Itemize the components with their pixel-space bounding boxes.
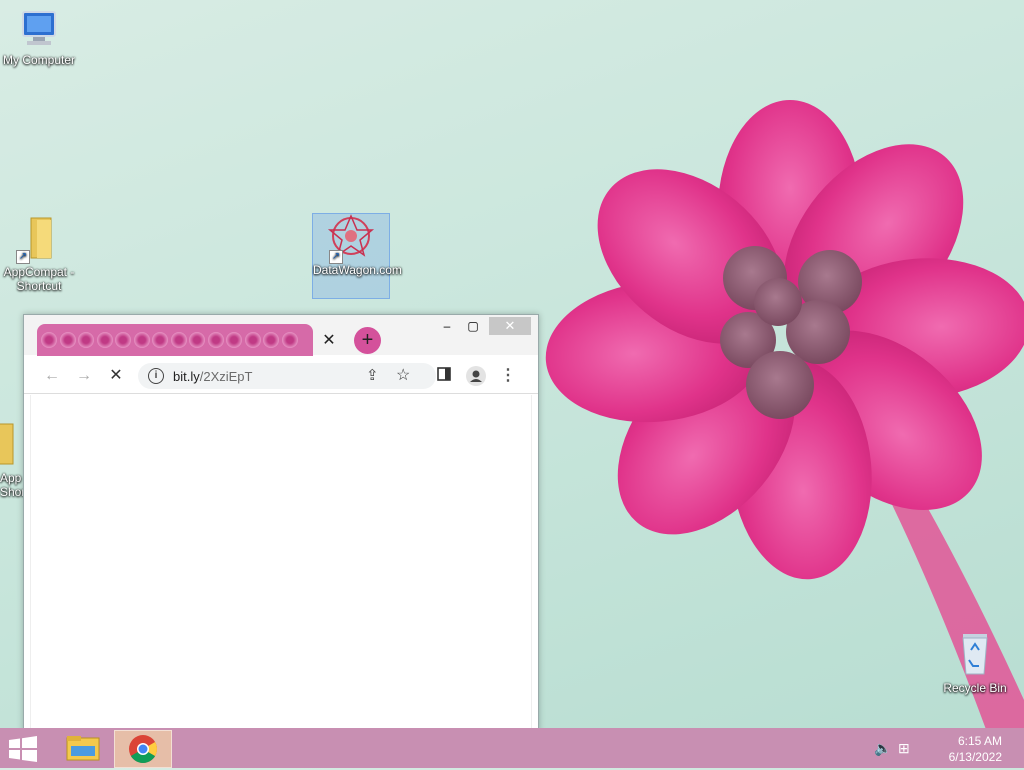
tab-favicon[interactable] [96,332,113,348]
windows-logo-icon [9,736,37,762]
computer-icon [22,11,56,45]
tab-favicon[interactable] [115,332,131,348]
tab-favicon[interactable] [226,332,242,348]
desktop-icon-label: My Computer [2,53,76,67]
tab-favicon[interactable] [59,332,76,348]
tab-favicon[interactable] [244,332,261,348]
back-icon[interactable]: ← [42,366,62,386]
profile-icon[interactable] [466,366,486,386]
tab-favicon[interactable] [189,332,205,348]
taskbar-file-explorer[interactable] [55,730,111,766]
desktop-icon-recycle-bin[interactable]: Recycle Bin [936,630,1014,695]
desktop-icon-label: DataWagon.com [313,263,402,277]
menu-icon[interactable]: ⋮ [498,366,518,386]
address-host: bit.ly [173,369,200,384]
share-icon[interactable]: ⇪ [366,366,379,384]
taskbar: 🔈 ⊞ 6:15 AM 6/13/2022 [0,728,1024,768]
tab-favicon[interactable] [133,332,150,348]
tab-close-button[interactable]: ✕ [320,332,338,350]
volume-muted-icon[interactable]: 🔈 [874,740,891,757]
desktop-icon-label: AppCompat - Shortcut [3,265,75,293]
taskbar-chrome[interactable] [114,730,172,768]
shortcut-arrow-icon: ↗ [329,250,343,264]
browser-toolbar: ← → ✕ i bit.ly/2XziEpT ⇪ ☆ ⋮ [24,359,538,394]
taskbar-clock[interactable]: 6:15 AM 6/13/2022 [949,733,1002,765]
new-tab-button[interactable]: + [354,327,381,354]
desktop-icon-my-computer[interactable]: My Computer [0,8,78,67]
clock-date: 6/13/2022 [948,750,1002,764]
desktop-icon-appcompat-shortcut[interactable]: ↗ AppCompat - Shortcut [0,214,78,293]
address-path: /2XziEpT [199,369,253,384]
tab-favicon[interactable] [152,332,168,348]
side-panel-icon[interactable] [434,366,454,386]
clock-time: 6:15 AM [957,734,1002,748]
tab-favicon[interactable] [78,332,94,348]
forward-icon[interactable]: → [74,366,94,386]
network-icon[interactable]: ⊞ [898,740,910,757]
folder-icon [0,423,14,465]
start-button[interactable] [8,736,40,762]
file-explorer-icon [66,736,100,761]
info-icon[interactable]: i [148,368,164,384]
desktop-icon-datawagon[interactable]: ↗ DataWagon.com [312,213,402,299]
close-window-button[interactable]: ✕ [489,317,531,335]
page-content[interactable] [30,395,532,729]
tab-favicon[interactable] [170,332,187,348]
stop-icon[interactable]: ✕ [106,366,126,386]
address-bar[interactable]: i bit.ly/2XziEpT ⇪ ☆ [138,363,436,389]
tab-favicon[interactable] [263,332,279,348]
tab-favicon[interactable] [207,332,224,348]
title-bar[interactable]: ✕ + – ▢ ✕ [24,315,538,356]
chrome-icon [129,735,157,763]
tab-favicon[interactable] [41,332,57,348]
tab-strip[interactable] [37,324,313,356]
browser-window[interactable]: ✕ + – ▢ ✕ ← → ✕ i bit.ly/2XziEpT ⇪ ☆ ⋮ [23,314,539,732]
tab-favicon[interactable] [281,332,298,348]
address-text[interactable]: bit.ly/2XziEpT [173,369,252,384]
shortcut-arrow-icon: ↗ [16,250,30,264]
desktop-icon-label: Recycle Bin [943,681,1007,695]
recycle-bin-icon [962,634,988,675]
maximize-button[interactable]: ▢ [462,317,484,335]
star-icon[interactable]: ☆ [396,365,410,385]
minimize-button[interactable]: – [436,317,458,335]
